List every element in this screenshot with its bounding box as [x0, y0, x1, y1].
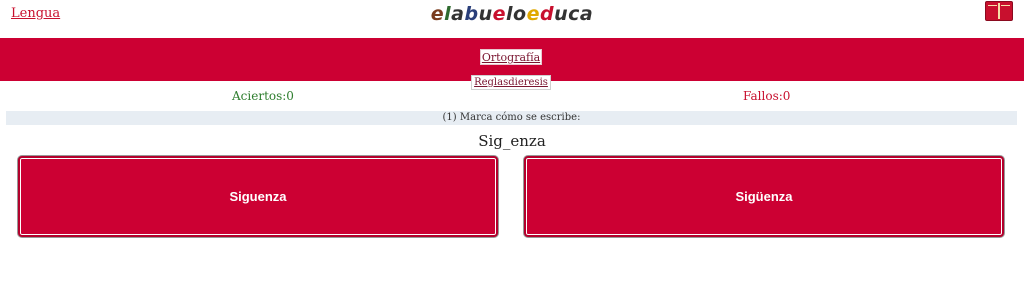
option-button-siguenza[interactable]: Siguenza: [18, 156, 498, 237]
logo-letter: e: [492, 3, 507, 25]
option-button-siguenza-dieresis[interactable]: Sigüenza: [524, 156, 1004, 237]
logo-letter: o: [513, 3, 527, 25]
tab-ortografia[interactable]: Ortografía: [480, 49, 542, 65]
logo-letter: a: [579, 3, 594, 25]
book-icon[interactable]: [985, 1, 1013, 21]
aciertos-counter: Aciertos:0: [232, 89, 294, 103]
site-logo: elabueloeduca: [0, 3, 1024, 25]
logo-letter: c: [568, 3, 580, 25]
logo-letter: u: [554, 3, 569, 25]
logo-letter: l: [506, 3, 514, 25]
question-word: Sig_enza: [478, 132, 546, 150]
logo-letter: e: [526, 3, 540, 25]
logo-letter: e: [430, 3, 445, 25]
tab-reglasdieresis[interactable]: Reglasdieresis: [471, 75, 551, 90]
logo-letter: u: [478, 3, 493, 25]
logo-letter: l: [444, 3, 452, 25]
question-instruction: (1) Marca cómo se escribe:: [6, 111, 1017, 125]
book-page-line: [988, 5, 997, 6]
book-page-line: [1001, 5, 1010, 6]
logo-letter: b: [464, 3, 479, 25]
fallos-counter: Fallos:0: [743, 89, 791, 103]
logo-letter: a: [451, 3, 465, 25]
logo-letter: d: [540, 3, 555, 25]
